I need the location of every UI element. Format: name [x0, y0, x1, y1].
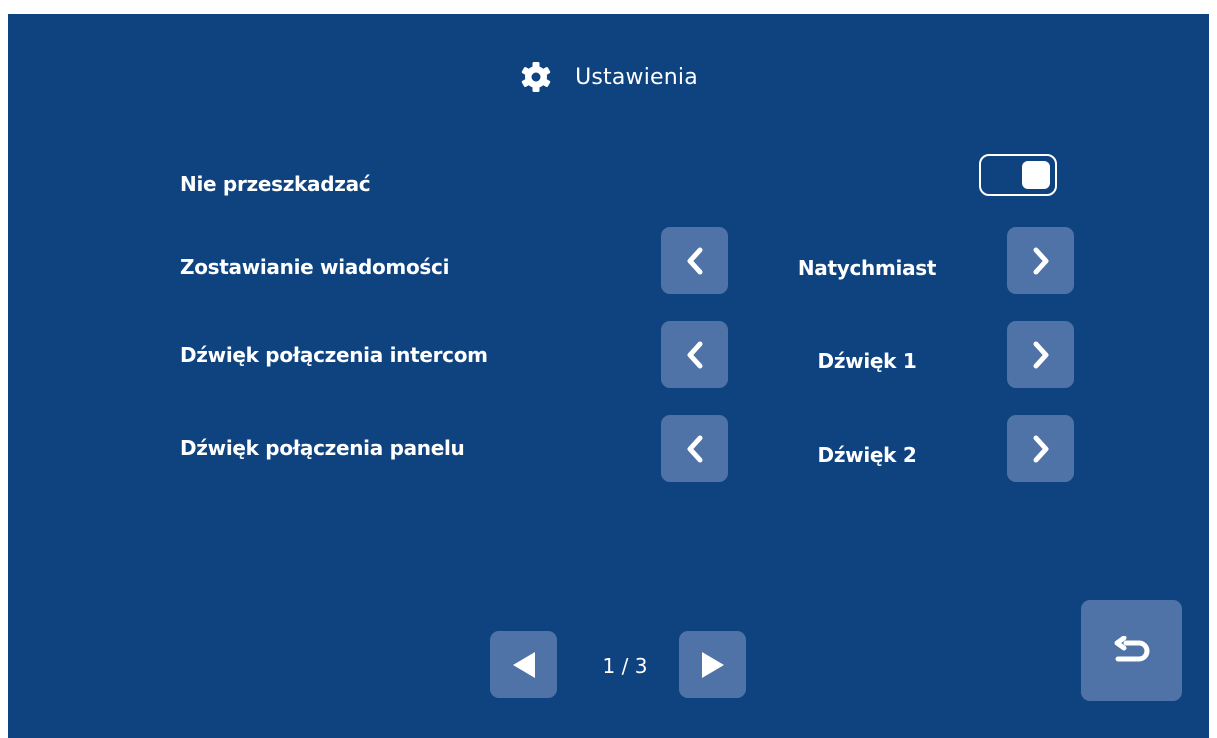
panel-sound-next-button[interactable]	[1007, 415, 1074, 482]
page-title: Ustawienia	[575, 64, 698, 90]
chevron-left-icon	[683, 339, 707, 371]
setting-label-do-not-disturb: Nie przeszkadzać	[180, 172, 371, 196]
chevron-left-icon	[683, 245, 707, 277]
chevron-right-icon	[1029, 433, 1053, 465]
page-indicator: 1 / 3	[602, 654, 648, 678]
header: Ustawienia	[8, 62, 1209, 92]
next-page-button[interactable]	[679, 631, 746, 698]
chevron-right-icon	[1029, 245, 1053, 277]
leave-message-prev-button[interactable]	[661, 227, 728, 294]
setting-label-panel-sound: Dźwięk połączenia panelu	[180, 436, 465, 460]
chevron-left-icon	[683, 433, 707, 465]
toggle-knob	[1022, 161, 1050, 189]
intercom-sound-prev-button[interactable]	[661, 321, 728, 388]
triangle-right-icon	[699, 650, 727, 680]
gear-icon	[519, 60, 553, 94]
intercom-sound-value: Dźwięk 1	[817, 349, 917, 373]
chevron-right-icon	[1029, 339, 1053, 371]
back-button[interactable]	[1081, 600, 1182, 701]
return-icon	[1112, 635, 1152, 666]
settings-screen: Ustawienia Nie przeszkadzać Zostawianie …	[8, 14, 1209, 738]
prev-page-button[interactable]	[490, 631, 557, 698]
panel-sound-value: Dźwięk 2	[817, 443, 917, 467]
do-not-disturb-toggle[interactable]	[979, 154, 1057, 196]
leave-message-value: Natychmiast	[797, 256, 937, 280]
setting-label-leave-message: Zostawianie wiadomości	[180, 255, 450, 279]
leave-message-next-button[interactable]	[1007, 227, 1074, 294]
panel-sound-prev-button[interactable]	[661, 415, 728, 482]
triangle-left-icon	[510, 650, 538, 680]
intercom-sound-next-button[interactable]	[1007, 321, 1074, 388]
setting-label-intercom-sound: Dźwięk połączenia intercom	[180, 343, 488, 367]
